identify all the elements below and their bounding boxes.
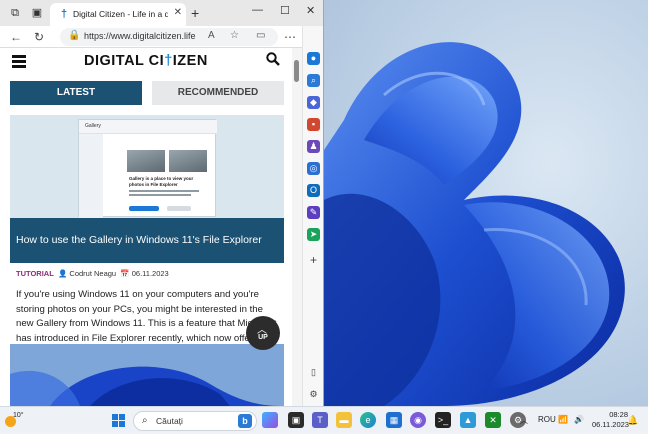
title-bar: ⧉ ▣ † Digital Citizen - Life in a digita… <box>0 0 323 26</box>
clock-time: 08:28 <box>609 410 628 419</box>
taskbar-search-icon: ⌕ <box>142 415 148 426</box>
show-hidden-icons-icon[interactable]: ︿ <box>520 415 528 426</box>
digital-citizen-favicon-icon: † <box>60 8 68 20</box>
close-window-icon[interactable]: ✕ <box>306 4 315 17</box>
task-view-icon[interactable]: ▣ <box>288 412 304 428</box>
clock-date: 06.11.2023 <box>592 420 629 429</box>
windows-taskbar: 10° ⌕ Căutați b ▣ T ▬ e ▦ ◉ >_ ▲ ✕ ⚙ ︿ R… <box>0 406 648 434</box>
close-tab-icon[interactable]: ✕ <box>174 7 182 18</box>
photos-icon[interactable]: ▲ <box>460 412 476 428</box>
screenshot-tab: Gallery <box>85 123 101 129</box>
shopping-icon[interactable]: ◆ <box>307 96 320 109</box>
notifications-icon[interactable]: ● <box>307 52 320 65</box>
next-article-thumbnail[interactable] <box>10 344 284 406</box>
weather-temperature: 10° <box>13 412 24 419</box>
sidebar-settings-icon[interactable]: ⚙ <box>307 388 320 401</box>
article-thumbnail: Gallery Gallery is a place to view your … <box>10 115 284 218</box>
url-text: https://www.digitalcitizen.life <box>84 31 196 41</box>
scrollbar-thumb[interactable] <box>294 60 299 82</box>
article-author[interactable]: Codrut Neagu <box>69 269 116 278</box>
hide-sidebar-icon[interactable]: ▯ <box>307 366 320 379</box>
page-scrollbar[interactable] <box>292 48 302 406</box>
logo-cross: † <box>164 53 173 69</box>
games-icon[interactable]: ♟ <box>307 140 320 153</box>
extensions-icon[interactable]: ▭ <box>256 30 265 41</box>
notification-bell-icon[interactable]: 🔔 <box>627 415 638 426</box>
tab-latest[interactable]: LATEST <box>10 81 142 105</box>
browser-toolbar: ← ↻ 🔒 https://www.digitalcitizen.life A … <box>0 26 323 48</box>
edge-taskbar-icon[interactable]: e <box>360 412 376 428</box>
workspaces-icon[interactable]: ⧉ <box>8 6 22 20</box>
language-indicator[interactable]: ROU <box>538 415 556 424</box>
xbox-icon[interactable]: ✕ <box>485 412 501 428</box>
article-excerpt-container: If you're using Windows 11 on your compu… <box>16 288 278 346</box>
back-icon[interactable]: ← <box>10 29 22 45</box>
more-menu-icon[interactable]: ⋯ <box>284 29 296 45</box>
edge-browser-window: ⧉ ▣ † Digital Citizen - Life in a digita… <box>0 0 324 406</box>
weather-widget[interactable]: 10° <box>5 411 31 431</box>
minimize-icon[interactable]: — <box>252 4 263 16</box>
app-icon-purple[interactable]: ◉ <box>410 412 426 428</box>
site-header: DIGITAL CI†IZEN <box>0 48 292 76</box>
wifi-icon[interactable]: 📶 <box>558 415 568 424</box>
refresh-icon[interactable]: ↻ <box>34 29 44 45</box>
calendar-icon: 📅 <box>118 269 130 278</box>
new-tab-button[interactable]: + <box>191 5 199 21</box>
volume-icon[interactable]: 🔊 <box>574 415 584 424</box>
address-bar[interactable]: 🔒 https://www.digitalcitizen.life A ☆ ▭ <box>60 28 278 46</box>
drop-icon[interactable]: ➤ <box>307 228 320 241</box>
microsoft-365-icon[interactable]: ◎ <box>307 162 320 175</box>
gallery-screenshot: Gallery Gallery is a place to view your … <box>78 119 217 218</box>
bloom-wallpaper <box>324 42 625 406</box>
search-icon[interactable] <box>266 52 280 66</box>
article-category[interactable]: TUTORIAL <box>16 269 54 278</box>
tab-actions-icon[interactable]: ▣ <box>30 6 44 20</box>
start-button[interactable] <box>112 414 126 428</box>
article-excerpt: If you're using Windows 11 on your compu… <box>16 289 276 344</box>
bing-icon[interactable]: b <box>238 414 252 428</box>
article-meta: TUTORIAL 👤 Codrut Neagu 📅 06.11.2023 <box>16 269 169 281</box>
tab-title: Digital Citizen - Life in a digital worl… <box>73 9 168 19</box>
lock-icon[interactable]: 🔒 <box>68 30 80 41</box>
teams-icon[interactable]: T <box>312 412 328 428</box>
copilot-taskbar-icon[interactable] <box>262 412 278 428</box>
article-card[interactable]: Gallery Gallery is a place to view your … <box>10 115 284 263</box>
screenshot-heading: Gallery is a place to view your photos i… <box>129 176 194 187</box>
logo-text-1: DIGITAL CI <box>84 53 165 69</box>
file-explorer-icon[interactable]: ▬ <box>336 412 352 428</box>
taskbar-search[interactable]: ⌕ Căutați b <box>133 411 257 431</box>
author-icon: 👤 <box>55 269 68 278</box>
tab-recommended[interactable]: RECOMMENDED <box>152 81 284 105</box>
designer-icon[interactable]: ✎ <box>307 206 320 219</box>
store-icon[interactable]: ▦ <box>386 412 402 428</box>
sidebar-search-icon[interactable]: ⌕ <box>307 74 320 87</box>
outlook-icon[interactable]: O <box>307 184 320 197</box>
site-logo[interactable]: DIGITAL CI†IZEN <box>84 53 208 69</box>
read-aloud-icon[interactable]: A <box>208 30 215 41</box>
web-page: DIGITAL CI†IZEN LATEST RECOMMENDED Galle… <box>0 48 292 406</box>
tools-icon[interactable]: ▪ <box>307 118 320 131</box>
taskbar-search-placeholder: Căutați <box>156 416 183 426</box>
terminal-icon[interactable]: >_ <box>435 412 451 428</box>
add-sidebar-app-icon[interactable]: + <box>307 254 320 267</box>
favorite-star-icon[interactable]: ☆ <box>230 30 239 41</box>
article-date: 06.11.2023 <box>131 269 169 278</box>
tab-digital-citizen[interactable]: † Digital Citizen - Life in a digital wo… <box>50 3 186 26</box>
hamburger-menu-icon[interactable] <box>12 55 26 68</box>
desktop-wallpaper <box>324 0 648 406</box>
taskbar-clock[interactable]: 08:28 06.11.2023 <box>592 410 629 430</box>
article-tabs: LATEST RECOMMENDED <box>10 81 284 105</box>
up-label: UP <box>258 334 268 341</box>
logo-text-2: IZEN <box>172 53 208 69</box>
edge-sidebar: ● ⌕ ◆ ▪ ♟ ◎ O ✎ ➤ + ▯ ⚙ <box>302 26 323 406</box>
article-title[interactable]: How to use the Gallery in Windows 11's F… <box>16 234 278 246</box>
scroll-up-button[interactable]: ︿ UP <box>246 316 280 350</box>
maximize-icon[interactable]: ☐ <box>280 4 290 17</box>
